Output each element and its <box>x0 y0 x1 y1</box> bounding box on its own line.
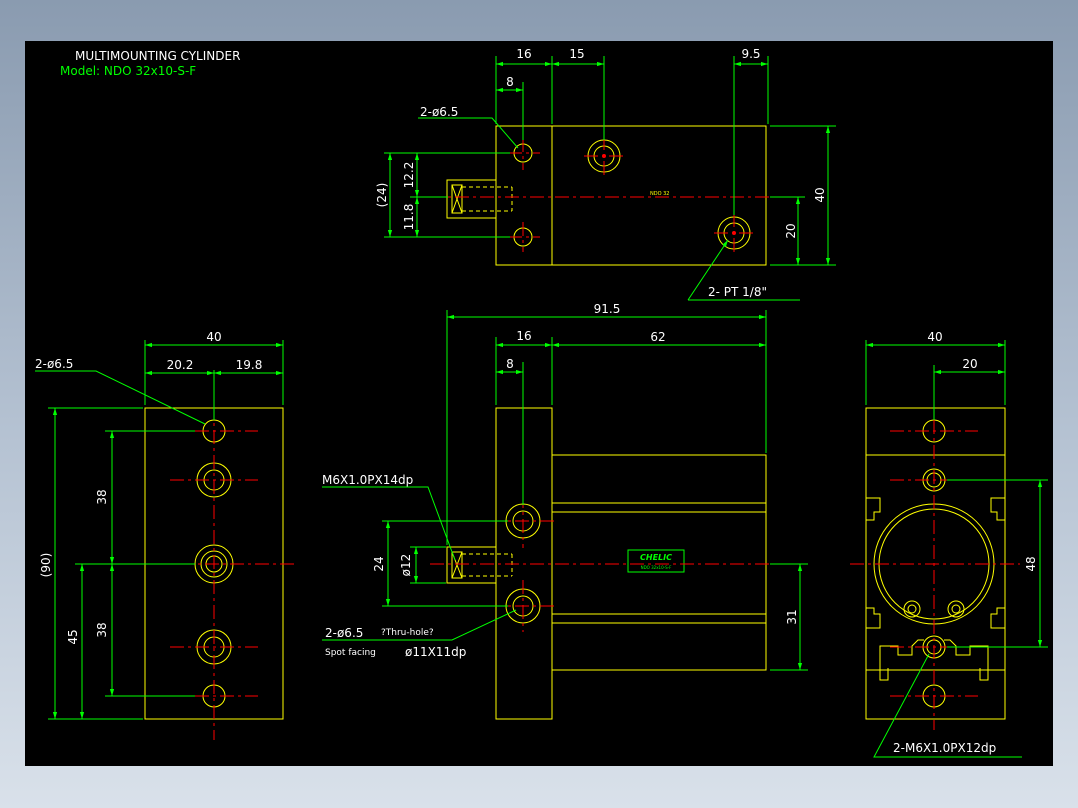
left-dim-20-2: 20.2 <box>167 358 194 372</box>
right-thread-callout: 2-M6X1.0PX12dp <box>893 741 996 755</box>
front-dim-dia-12: ø12 <box>399 554 413 577</box>
chelic-logo: CHELIC <box>640 553 672 562</box>
top-dim-8: 8 <box>506 75 514 89</box>
front-spot-facing-label: Spot facing <box>325 648 376 658</box>
drawing-canvas[interactable]: MULTIMOUNTING CYLINDER Model: NDO 32x10-… <box>25 41 1053 766</box>
left-dim-19-8: 19.8 <box>236 358 263 372</box>
left-view: 40 20.2 19.8 2-ø6.5 (90) 45 38 38 <box>35 330 298 740</box>
right-view: 40 20 48 2-M6X1.0PX12dp <box>850 330 1048 758</box>
top-view-rod <box>446 179 497 219</box>
front-body <box>551 454 767 671</box>
top-dim-9-5: 9.5 <box>741 47 760 61</box>
left-dim-90: (90) <box>39 553 53 578</box>
cad-drawing: MULTIMOUNTING CYLINDER Model: NDO 32x10-… <box>35 47 1048 758</box>
left-dim-38-b: 38 <box>95 622 109 637</box>
top-dim-16: 16 <box>516 47 531 61</box>
title-block: MULTIMOUNTING CYLINDER Model: NDO 32x10-… <box>60 49 240 78</box>
front-spot-facing-size: ø11X11dp <box>405 645 466 659</box>
right-dim-40: 40 <box>927 330 942 344</box>
left-dim-38-a: 38 <box>95 489 109 504</box>
front-thread-callout: M6X1.0PX14dp <box>322 473 413 487</box>
top-view-end-plate <box>495 125 553 266</box>
top-dim-40: 40 <box>813 187 827 202</box>
top-marking: NDO 32 <box>650 191 669 197</box>
right-dim-48: 48 <box>1024 556 1038 571</box>
right-dim-20: 20 <box>962 357 977 371</box>
top-port-callout: 2- PT 1/8" <box>708 285 767 299</box>
top-holes-callout: 2-ø6.5 <box>420 105 458 119</box>
top-view: NDO 32 16 15 9.5 8 2-ø6.5 2- PT 1/8" 40 … <box>375 47 836 301</box>
front-dim-91-5: 91.5 <box>594 302 621 316</box>
front-thru-hole-note: ?Thru-hole? <box>381 628 434 638</box>
model-label: Model: NDO 32x10-S-F <box>60 64 196 78</box>
front-dim-16: 16 <box>516 329 531 343</box>
chelic-logo-sub: NDO 32x10-S-F <box>641 565 672 570</box>
front-dim-31: 31 <box>785 609 799 624</box>
top-dim-12-2: 12.2 <box>402 162 416 189</box>
front-dim-62: 62 <box>650 330 665 344</box>
left-dim-40: 40 <box>206 330 221 344</box>
front-dim-24: 24 <box>372 556 386 571</box>
top-dim-11-8: 11.8 <box>402 204 416 231</box>
left-holes-callout: 2-ø6.5 <box>35 357 73 371</box>
front-holes-callout: 2-ø6.5 <box>325 626 363 640</box>
top-dim-20: 20 <box>784 223 798 238</box>
front-view: CHELIC NDO 32x10-S-F 91.5 16 62 8 M6X1.0… <box>322 302 808 720</box>
top-dim-24: (24) <box>375 183 389 208</box>
left-dim-45: 45 <box>66 629 80 644</box>
front-dim-8: 8 <box>506 357 514 371</box>
top-dim-15: 15 <box>569 47 584 61</box>
drawing-title: MULTIMOUNTING CYLINDER <box>75 49 240 63</box>
